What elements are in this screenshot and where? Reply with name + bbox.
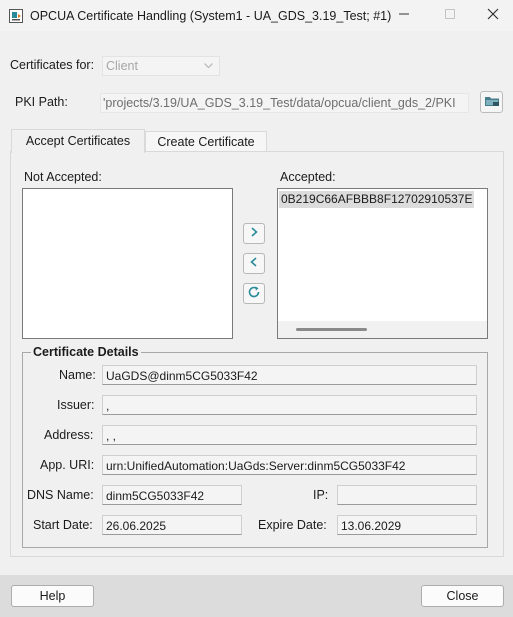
accept-certificate-button[interactable] bbox=[243, 223, 265, 244]
certificates-for-label: Certificates for: bbox=[10, 58, 95, 72]
chevron-left-icon bbox=[248, 256, 260, 271]
refresh-button[interactable] bbox=[243, 283, 265, 304]
name-field[interactable]: UaGDS@dinm5CG5033F42 bbox=[102, 365, 477, 385]
not-accepted-list[interactable] bbox=[22, 188, 233, 339]
app-uri-field[interactable]: urn:UnifiedAutomation:UaGds:Server:dinm5… bbox=[102, 455, 477, 475]
button-bar: Help Close bbox=[0, 575, 513, 617]
not-accepted-label: Not Accepted: bbox=[24, 170, 102, 184]
scrollbar-thumb[interactable] bbox=[296, 328, 367, 331]
accepted-list[interactable]: 0B219C66AFBBB8F12702910537E bbox=[277, 188, 488, 339]
certificate-details-title: Certificate Details bbox=[31, 345, 141, 359]
address-field[interactable]: , , bbox=[102, 425, 477, 445]
chevron-right-icon bbox=[248, 226, 260, 241]
pki-path-label: PKI Path: bbox=[15, 95, 68, 109]
accepted-label: Accepted: bbox=[280, 170, 336, 184]
list-item[interactable]: 0B219C66AFBBB8F12702910537E bbox=[279, 191, 475, 208]
certificates-for-value: Client bbox=[106, 59, 138, 73]
close-button[interactable]: Close bbox=[421, 585, 504, 607]
expire-date-field[interactable]: 13.06.2029 bbox=[337, 515, 477, 535]
pki-path-field[interactable]: 'projects/3.19/UA_GDS_3.19_Test/data/opc… bbox=[100, 93, 469, 113]
title-bar[interactable]: OPCUA Certificate Handling (System1 - UA… bbox=[0, 0, 513, 31]
issuer-field[interactable]: , bbox=[102, 395, 477, 415]
dns-name-label: DNS Name: bbox=[27, 488, 94, 502]
horizontal-scrollbar[interactable] bbox=[278, 321, 487, 338]
ip-field[interactable] bbox=[337, 485, 477, 505]
folder-browse-icon bbox=[484, 94, 500, 111]
window-title: OPCUA Certificate Handling (System1 - UA… bbox=[30, 9, 392, 23]
name-label: Name: bbox=[59, 368, 96, 382]
maximize-button[interactable] bbox=[427, 0, 473, 31]
close-icon bbox=[487, 8, 499, 23]
minimize-button[interactable] bbox=[381, 0, 427, 31]
app-uri-label: App. URI: bbox=[40, 458, 95, 472]
tab-create-certificate[interactable]: Create Certificate bbox=[145, 131, 267, 152]
start-date-field[interactable]: 26.06.2025 bbox=[102, 515, 242, 535]
chevron-down-icon bbox=[203, 60, 214, 71]
tab-accept-certificates[interactable]: Accept Certificates bbox=[11, 129, 145, 153]
close-window-button[interactable] bbox=[473, 0, 513, 31]
dns-name-field[interactable]: dinm5CG5033F42 bbox=[102, 485, 242, 505]
start-date-label: Start Date: bbox=[33, 518, 93, 532]
help-button[interactable]: Help bbox=[11, 585, 94, 607]
refresh-icon bbox=[247, 285, 261, 302]
maximize-icon bbox=[444, 8, 456, 23]
issuer-label: Issuer: bbox=[57, 398, 95, 412]
minimize-icon bbox=[398, 8, 410, 23]
browse-pki-button[interactable] bbox=[480, 91, 503, 113]
expire-date-label: Expire Date: bbox=[258, 518, 327, 532]
certificates-for-select[interactable]: Client bbox=[102, 56, 220, 76]
ip-label: IP: bbox=[313, 488, 329, 502]
address-label: Address: bbox=[44, 428, 94, 442]
reject-certificate-button[interactable] bbox=[243, 253, 265, 274]
certificate-app-icon bbox=[8, 8, 24, 24]
